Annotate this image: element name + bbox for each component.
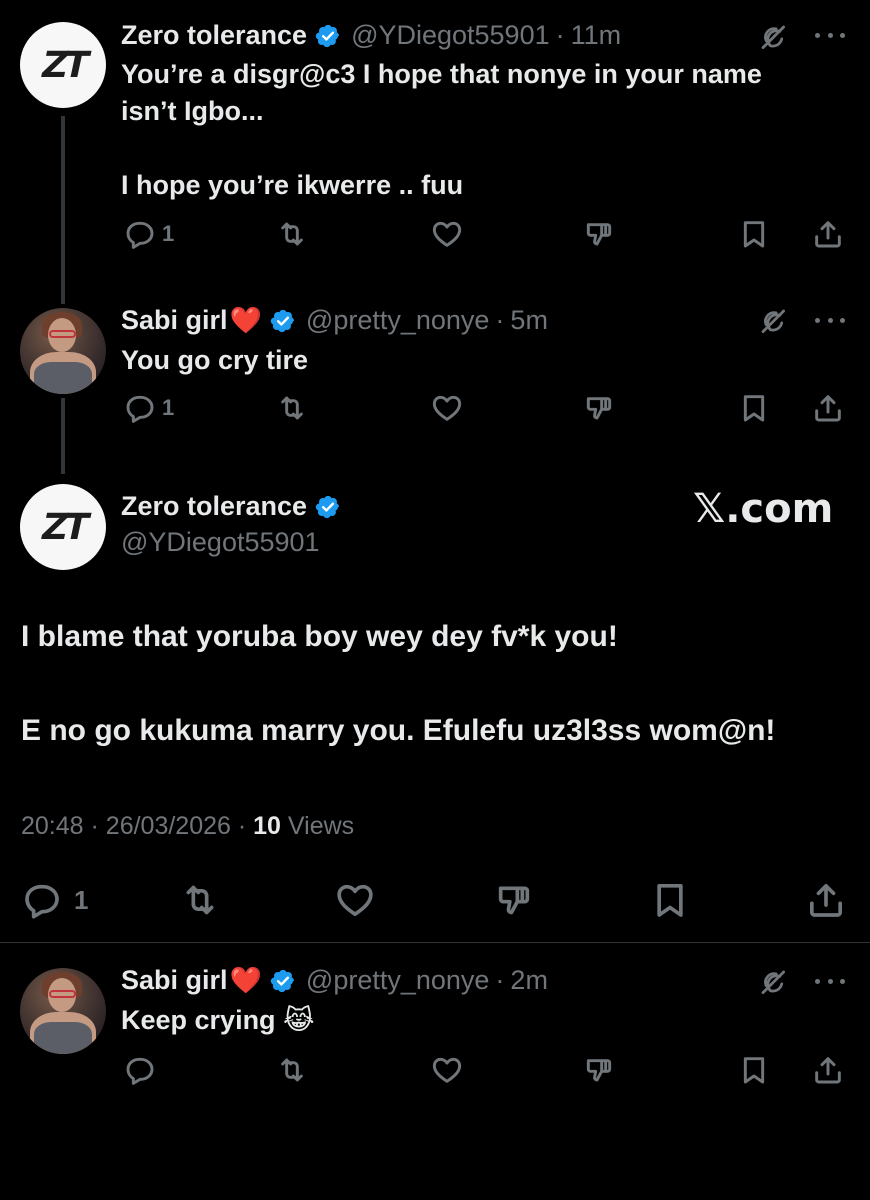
tweet-meta: 20:48 · 26/03/2026 · 10 Views: [21, 812, 354, 841]
like-button[interactable]: [431, 1054, 463, 1086]
tweet-text-line: E no go kukuma marry you. Efulefu uz3l3s…: [21, 714, 776, 747]
dislike-icon: [583, 1054, 615, 1086]
retweet-button[interactable]: [276, 1054, 308, 1086]
share-button[interactable]: [806, 880, 846, 920]
grok-icon[interactable]: [758, 967, 788, 997]
retweet-button[interactable]: [180, 880, 220, 920]
heart-icon: [431, 1054, 463, 1086]
views-count: 10: [253, 812, 281, 840]
dislike-icon: [494, 880, 534, 920]
bookmark-button[interactable]: [738, 1054, 770, 1086]
bookmark-icon: [738, 1054, 770, 1086]
separator: ·: [237, 812, 247, 840]
like-button[interactable]: [335, 880, 375, 920]
main-tweet-author: Zero tolerance: [121, 491, 341, 522]
heart-emoji: ❤️: [229, 965, 262, 995]
retweet-icon: [276, 1054, 308, 1086]
bookmark-icon: [650, 880, 690, 920]
avatar[interactable]: [20, 968, 106, 1054]
display-name[interactable]: Sabi girl: [121, 965, 228, 996]
share-icon: [806, 880, 846, 920]
dislike-button[interactable]: [494, 880, 534, 920]
tweet-text: Keep crying 😹: [121, 1005, 315, 1035]
more-icon[interactable]: [815, 976, 845, 986]
separator: ·: [495, 965, 505, 995]
reply-button[interactable]: [124, 1054, 156, 1086]
main-tweet: ZT Zero tolerance @YDiegot55901 𝕏.com I …: [0, 0, 870, 942]
avatar[interactable]: ZT: [20, 484, 106, 570]
separator: ·: [90, 812, 99, 840]
retweet-icon: [180, 880, 220, 920]
tweet-actions: 1: [0, 880, 870, 920]
heart-icon: [335, 880, 375, 920]
post-date[interactable]: 26/03/2026: [106, 812, 231, 840]
tweet-actions: [0, 1054, 870, 1094]
reply-count: 1: [74, 884, 89, 915]
views-label: Views: [287, 812, 355, 840]
divider: [0, 942, 870, 943]
verified-badge-icon: [270, 968, 296, 994]
post-time[interactable]: 20:48: [21, 812, 84, 840]
share-button[interactable]: [812, 1054, 844, 1086]
reply-button[interactable]: 1: [22, 880, 88, 920]
user-handle[interactable]: @pretty_nonye: [306, 965, 490, 996]
timestamp[interactable]: 2m: [510, 965, 548, 996]
dislike-button[interactable]: [583, 1054, 615, 1086]
reply-icon: [124, 1054, 156, 1086]
display-name[interactable]: Zero tolerance: [121, 491, 307, 522]
bookmark-button[interactable]: [650, 880, 690, 920]
tweet-text-line: I blame that yoruba boy wey dey fv*k you…: [21, 620, 618, 653]
x-com-watermark: 𝕏.com: [693, 486, 834, 532]
avatar-logo-text: ZT: [37, 506, 89, 548]
user-handle[interactable]: @YDiegot55901: [121, 527, 320, 558]
verified-badge-icon: [315, 494, 341, 520]
tweet-header: Sabi girl ❤️ @pretty_nonye · 2m: [121, 965, 548, 996]
reply-icon: [22, 880, 62, 920]
share-icon: [812, 1054, 844, 1086]
